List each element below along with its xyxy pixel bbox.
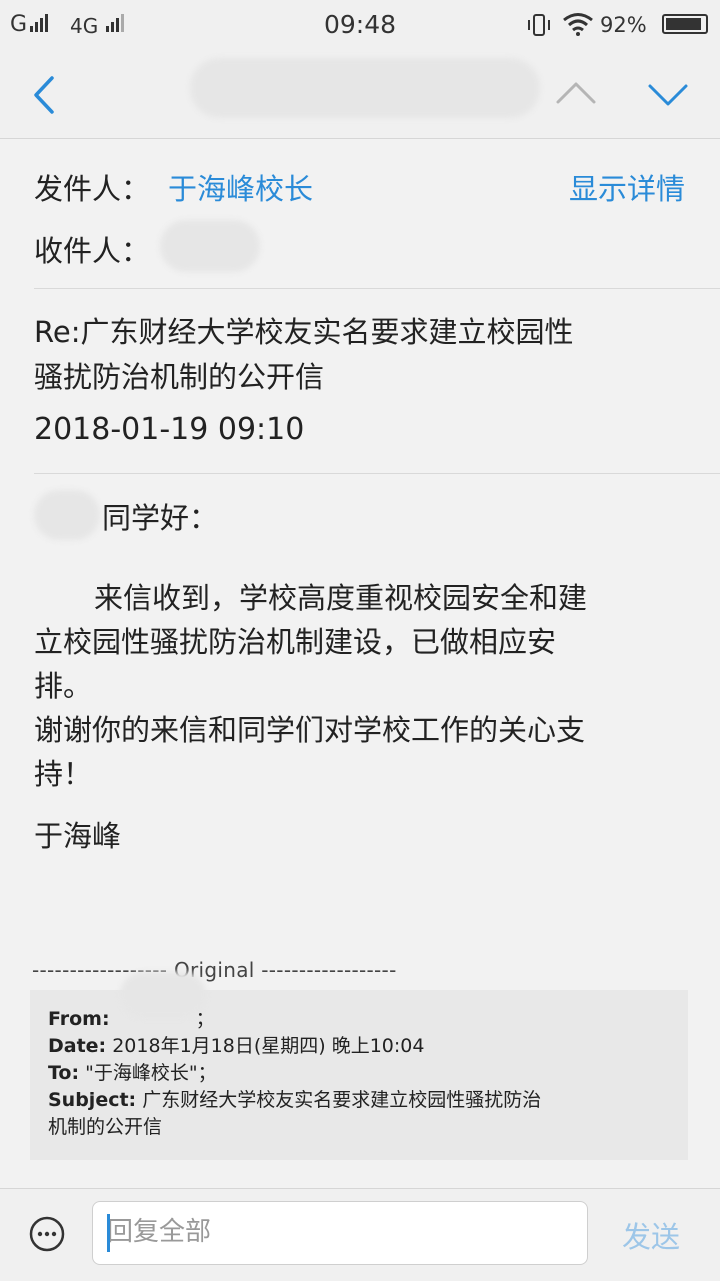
top-navigation-bar (0, 50, 720, 139)
redacted-name (34, 490, 100, 540)
subject-line: Subject: 广东财经大学校友实名要求建立校园性骚扰防治 (48, 1087, 541, 1114)
signal-icon (30, 14, 48, 36)
from-label: From: (48, 1008, 110, 1030)
date-value: 2018年1月18日(星期四) 晚上10:04 (106, 1035, 425, 1057)
email-datetime: 2018-01-19 09:10 (34, 412, 305, 447)
recipient-label: 收件人： (34, 234, 151, 268)
to-line: To: "于海峰校长"； (48, 1060, 541, 1087)
subject-value: 广东财经大学校友实名要求建立校园性骚扰防治 (136, 1089, 542, 1111)
from-value: ； (189, 1008, 215, 1030)
wifi-icon (563, 13, 593, 36)
battery-icon (662, 14, 708, 34)
body-line: 排。 (34, 669, 93, 703)
signature: 于海峰 (34, 819, 122, 853)
date-label: Date: (48, 1035, 107, 1057)
body-line: 持！ (34, 757, 93, 791)
reply-input-container[interactable] (92, 1201, 588, 1265)
show-details-link[interactable]: 显示详情 (569, 166, 685, 208)
subject-label: Subject: (48, 1089, 137, 1111)
subject-line: 骚扰防治机制的公开信 (34, 360, 325, 394)
chevron-up-icon[interactable] (554, 78, 598, 108)
sender-label: 发件人： (34, 172, 151, 206)
date-line: Date: 2018年1月18日(星期四) 晚上10:04 (48, 1033, 541, 1060)
from-line: From: ； (48, 1006, 541, 1033)
text-cursor (107, 1214, 110, 1252)
subject-line: Re:广东财经大学校友实名要求建立校园性 (34, 315, 574, 349)
vibrate-icon (528, 14, 550, 36)
to-label: To: (48, 1062, 80, 1084)
email-subject: Re:广东财经大学校友实名要求建立校园性 骚扰防治机制的公开信 (34, 310, 694, 400)
to-value: "于海峰校长"； (79, 1062, 217, 1084)
header-divider (34, 288, 720, 289)
quoted-original-block: From: ； Date: 2018年1月18日(星期四) 晚上10:04 To… (30, 972, 688, 1160)
greeting: 同学好： (102, 501, 219, 535)
redacted-title (190, 58, 540, 118)
original-separator: ------------------ Original ------------… (32, 958, 397, 982)
chevron-down-icon[interactable] (646, 80, 690, 110)
clock: 09:48 (324, 10, 397, 39)
subject-continuation: 机制的公开信 (48, 1116, 163, 1138)
reply-all-input[interactable] (93, 1202, 547, 1262)
status-bar: G 4G 09:48 92% (0, 0, 720, 50)
body-line: 立校园性骚扰防治机制建设，已做相应安 (34, 625, 557, 659)
redacted-recipient (160, 220, 260, 272)
send-button[interactable]: 发送 (622, 1214, 680, 1256)
email-body: 来信收到，学校高度重视校园安全和建 立校园性骚扰防治机制建设，已做相应安 排。 … (34, 576, 704, 796)
signal-icon (106, 14, 124, 36)
battery-percent: 92% (600, 13, 647, 37)
smiley-icon[interactable] (28, 1215, 66, 1253)
chevron-left-icon[interactable] (30, 74, 60, 116)
sender-name-link[interactable]: 于海峰校长 (168, 166, 313, 208)
body-divider (34, 473, 720, 474)
network-type-label: 4G (70, 14, 99, 38)
body-line: 来信收到，学校高度重视校园安全和建 (94, 581, 588, 615)
carrier-label: G (10, 12, 28, 37)
body-line: 谢谢你的来信和同学们对学校工作的关心支 (34, 713, 586, 747)
